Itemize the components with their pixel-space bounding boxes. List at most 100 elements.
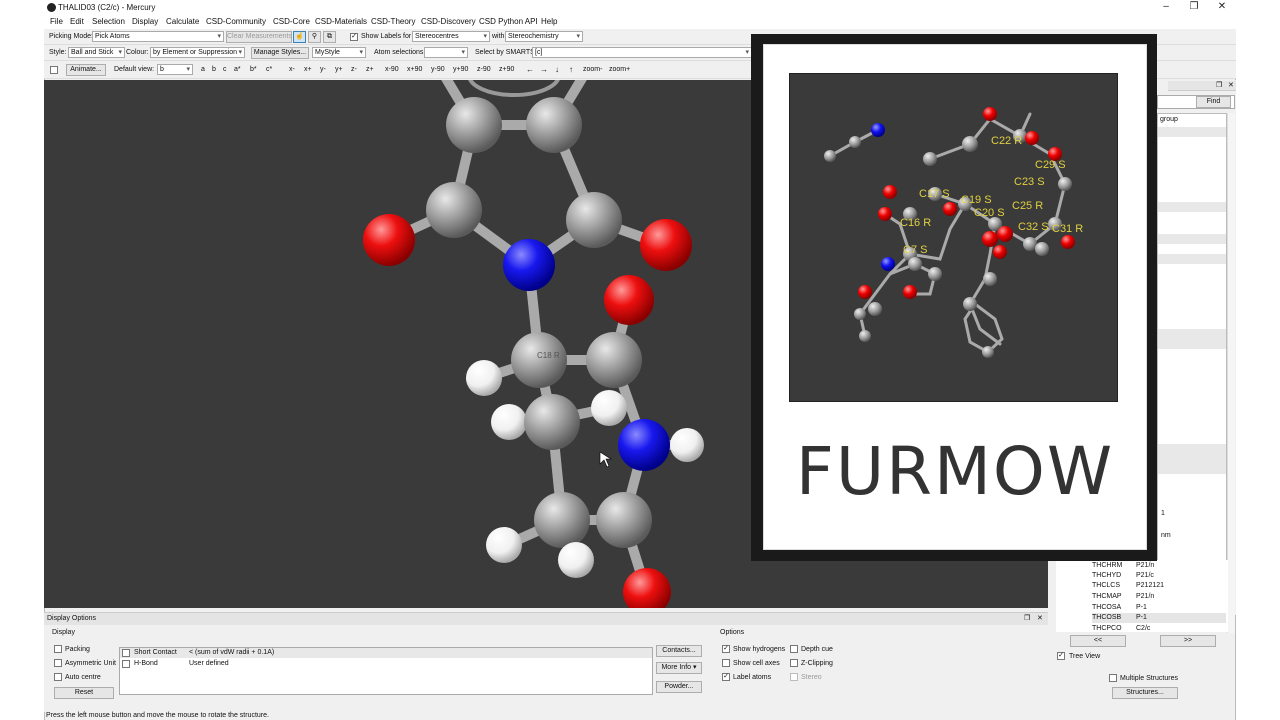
multiple-structures-checkbox[interactable] [1109,674,1117,682]
h-bond-checkbox[interactable] [122,660,130,668]
previous-page-button[interactable]: << [1070,635,1126,647]
depth-cue-checkbox[interactable] [790,645,798,653]
clear-measurements-button[interactable]: Clear Measurements [226,31,292,43]
rotate-z-minus-90[interactable]: z-90 [477,66,491,73]
rotate-x-plus-90[interactable]: x+90 [407,66,422,73]
show-hydrogens-checkbox[interactable]: ✓ [722,645,730,653]
minimize-icon[interactable]: – [1158,1,1174,13]
pan-down-icon[interactable]: ↓ [555,65,559,74]
next-page-button[interactable]: >> [1160,635,1216,647]
rotate-z-plus-90[interactable]: z+90 [499,66,514,73]
contacts-button[interactable]: Contacts... [656,645,702,657]
panel-float-icon[interactable]: ❐ [1216,81,1222,89]
reset-button[interactable]: Reset [54,687,114,699]
view-b[interactable]: b [212,66,216,73]
picking-mode-label: Picking Mode: [49,33,93,40]
z-clipping-checkbox[interactable] [790,659,798,667]
rotate-y-minus-90[interactable]: y-90 [431,66,445,73]
list-scrollbar[interactable] [1227,113,1235,633]
list-item[interactable]: THCPCO C2/c [1092,624,1226,634]
menu-calculate[interactable]: Calculate [166,17,199,26]
panel-close-icon[interactable]: ✕ [1037,614,1043,622]
panel-float-icon[interactable]: ❐ [1024,614,1030,622]
view-a-star[interactable]: a* [234,66,241,73]
picking-mode-select[interactable]: Pick Atoms [92,31,224,42]
more-info-button[interactable]: More Info ▾ [656,662,702,674]
tree-view-checkbox[interactable]: ✓ [1057,652,1065,660]
menu-edit[interactable]: Edit [70,17,84,26]
style-name-select[interactable]: MyStyle [312,47,366,58]
zoom-out-button[interactable]: zoom- [583,66,602,73]
style-label: Style: [49,49,67,56]
structure-list[interactable]: group 1 nm [1157,113,1227,579]
menu-csd-theory[interactable]: CSD-Theory [371,17,415,26]
auto-centre-checkbox[interactable] [54,673,62,681]
label-atoms-checkbox[interactable]: ✓ [722,673,730,681]
structures-button[interactable]: Structures... [1112,687,1178,699]
view-c[interactable]: c [223,66,227,73]
menu-csd-materials[interactable]: CSD-Materials [315,17,367,26]
pan-left-icon[interactable]: ← [526,65,534,74]
view-b-star[interactable]: b* [250,66,257,73]
contacts-table[interactable]: Short Contact < (sum of vdW radii + 0.1A… [119,647,653,695]
rotate-x-minus-90[interactable]: x-90 [385,66,399,73]
zoom-in-button[interactable]: zoom+ [609,66,630,73]
default-view-select[interactable]: b [157,64,193,75]
zoom-tool-icon[interactable]: ⚲ [308,31,321,43]
menu-csd-discovery[interactable]: CSD-Discovery [421,17,476,26]
pointer-tool-icon[interactable]: ☝ [293,31,306,43]
rotate-z-minus[interactable]: z- [351,66,357,73]
pan-up-icon[interactable]: ↑ [569,65,573,74]
menu-selection[interactable]: Selection [92,17,125,26]
menu-csd-community[interactable]: CSD-Community [206,17,266,26]
labels-for-select[interactable]: Stereocentres [412,31,490,42]
powder-button[interactable]: Powder... [656,681,702,693]
manage-styles-button[interactable]: Manage Styles... [251,47,309,59]
list-item[interactable]: THCHYD P21/c [1092,571,1226,581]
multiple-structures-label: Multiple Structures [1120,675,1178,682]
rotate-x-minus[interactable]: x- [289,66,295,73]
menu-file[interactable]: File [50,17,63,26]
asymmetric-unit-checkbox[interactable] [54,659,62,667]
restore-icon[interactable]: ❐ [1186,1,1202,13]
h-bond-desc: User defined [189,660,229,667]
list-item[interactable]: THCMAP P21/n [1092,592,1226,602]
short-contact-checkbox[interactable] [122,649,130,657]
menu-csd-python-api[interactable]: CSD Python API [479,17,538,26]
style-select[interactable]: Ball and Stick [68,47,125,58]
labels-with-select[interactable]: Stereochemistry [505,31,583,42]
menu-csd-core[interactable]: CSD-Core [273,17,310,26]
rotate-y-minus[interactable]: y- [320,66,326,73]
rotate-z-plus[interactable]: z+ [366,66,374,73]
view-c-star[interactable]: c* [266,66,272,73]
colour-select[interactable]: by Element or Suppression [150,47,245,58]
list-item[interactable]: THCOSA P-1 [1092,603,1226,613]
copy-tool-icon[interactable]: ⧉ [323,31,336,43]
show-labels-checkbox[interactable]: ✓ [350,33,358,41]
toolbar-checkbox[interactable] [50,66,58,74]
panel-close-icon[interactable]: ✕ [1228,81,1234,89]
rotate-x-plus[interactable]: x+ [304,66,312,73]
view-a[interactable]: a [201,66,205,73]
menu-display[interactable]: Display [132,17,158,26]
rotate-y-plus[interactable]: y+ [335,66,343,73]
find-button[interactable]: Find [1196,96,1231,108]
stereo-checkbox[interactable] [790,673,798,681]
space-group: P21/c [1136,572,1154,579]
atom-selections-select[interactable] [424,47,468,58]
list-stripe [1158,127,1226,137]
smarts-input[interactable]: [c] [532,47,752,58]
show-cell-axes-checkbox[interactable] [722,659,730,667]
refcode-card-molecule: C22 R C29 S C23 S C17 S C19 S C20 S C25 … [789,73,1118,402]
card-atom-label: C20 S [974,207,1005,219]
pan-right-icon[interactable]: → [540,65,548,74]
list-item[interactable]: THCLCS P212121 [1092,581,1226,591]
short-contact-desc: < (sum of vdW radii + 0.1A) [189,649,275,656]
menu-help[interactable]: Help [541,17,557,26]
list-item[interactable]: THCHRM P21/n [1092,561,1226,571]
packing-checkbox[interactable] [54,645,62,653]
list-item-selected[interactable]: THCOSB P-1 [1092,613,1226,623]
animate-button[interactable]: Animate... [66,64,106,76]
close-icon[interactable]: ✕ [1214,1,1230,13]
rotate-y-plus-90[interactable]: y+90 [453,66,468,73]
